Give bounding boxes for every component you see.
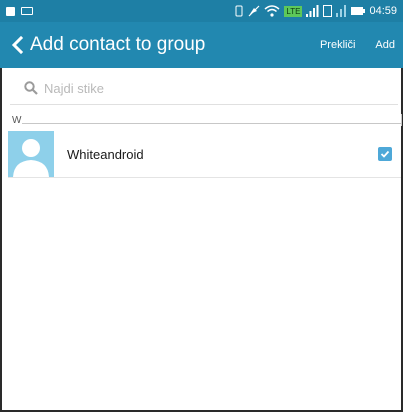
section-divider: [22, 123, 402, 124]
contact-name: Whiteandroid: [67, 146, 144, 162]
section-header: W: [10, 110, 402, 126]
search-divider: [10, 104, 398, 105]
section-edge: [401, 114, 402, 126]
sim-icon: [323, 5, 333, 17]
contact-row[interactable]: Whiteandroid: [8, 131, 401, 177]
page-title: Add contact to group: [30, 34, 206, 55]
signal-secondary-icon: [336, 5, 347, 17]
back-button[interactable]: [6, 22, 28, 68]
avatar: [8, 131, 54, 177]
action-bar: Add contact to group Prekliči Add: [0, 22, 403, 68]
person-icon: [8, 131, 54, 177]
document-icon: [6, 6, 15, 16]
status-bar: LTE 04:59: [0, 0, 403, 22]
search-icon: [24, 81, 38, 95]
lte-icon: LTE: [284, 5, 303, 17]
chevron-left-icon: [11, 36, 23, 54]
battery-icon: [351, 5, 366, 17]
status-right-icons: LTE 04:59: [234, 5, 397, 17]
mute-icon: [248, 5, 260, 17]
row-divider: [8, 177, 401, 178]
status-left-icons: [6, 6, 33, 16]
wifi-icon: [264, 5, 280, 17]
message-icon: [21, 7, 33, 15]
cancel-button[interactable]: Prekliči: [314, 39, 361, 51]
add-button[interactable]: Add: [369, 39, 401, 51]
checkmark-icon: [380, 150, 390, 158]
vibrate-icon: [234, 5, 244, 17]
search-placeholder: Najdi stike: [44, 80, 104, 96]
status-time: 04:59: [369, 5, 397, 17]
search-input[interactable]: Najdi stike: [10, 74, 396, 102]
action-bar-buttons: Prekliči Add: [314, 39, 403, 51]
contact-checkbox[interactable]: [378, 147, 392, 161]
section-letter: W: [12, 115, 22, 126]
signal-icon: [306, 5, 319, 17]
